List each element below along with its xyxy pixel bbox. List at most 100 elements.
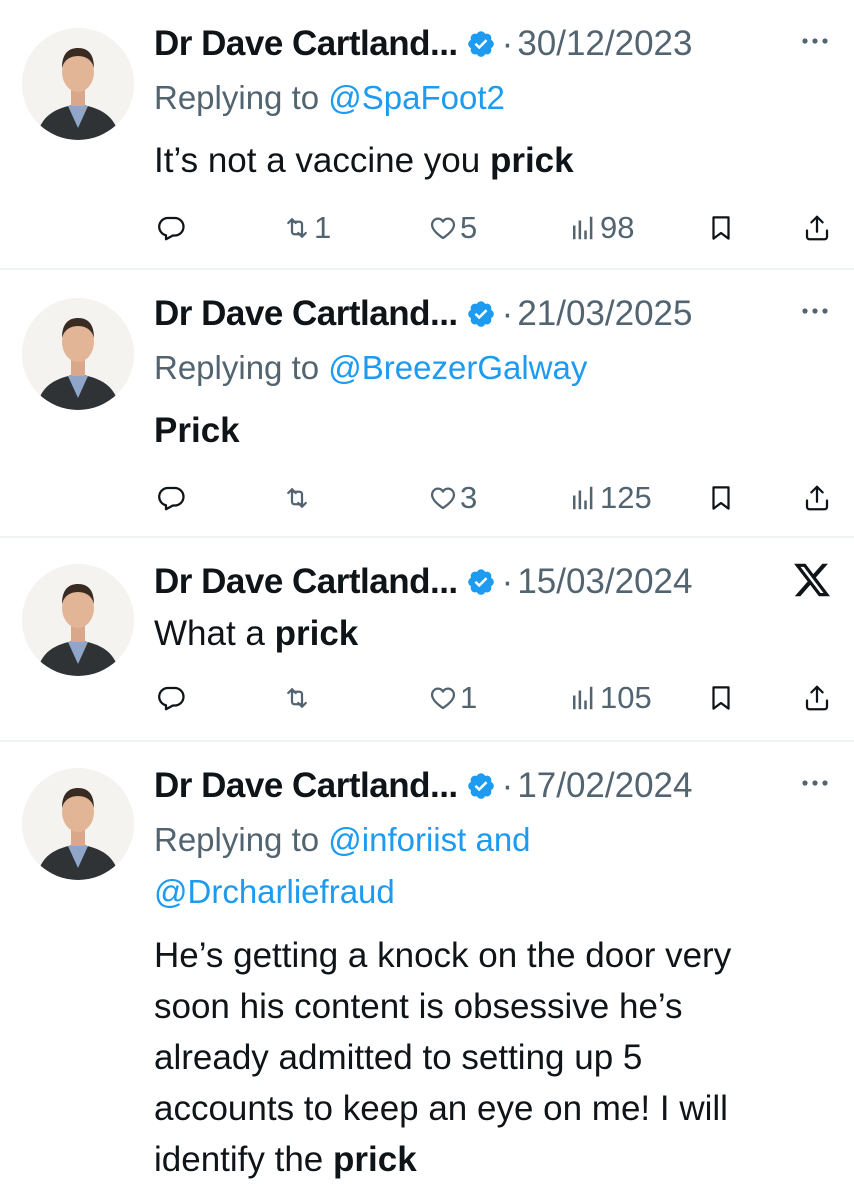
share-button[interactable]: [802, 676, 832, 720]
share-icon: [802, 683, 832, 713]
views-count: 125: [600, 480, 652, 515]
retweet-count: 1: [314, 210, 332, 245]
tweet-text: Prick: [154, 405, 814, 456]
replying-to: Replying to @SpaFoot2: [154, 72, 505, 124]
tweet-text-plain: identify the: [154, 1140, 333, 1179]
tweet-header: Dr Dave Cartland... · 15/03/2024: [154, 560, 832, 604]
author-name[interactable]: Dr Dave Cartland...: [154, 562, 458, 602]
retweet-button[interactable]: [282, 676, 314, 720]
share-button[interactable]: [802, 206, 832, 250]
tweet-text-line: identify the prick: [154, 1134, 814, 1185]
like-count: 1: [460, 680, 478, 715]
verified-badge-icon: [466, 29, 496, 59]
like-icon: [428, 683, 458, 713]
action-bar: 1 5 98: [154, 206, 834, 250]
like-button[interactable]: 3: [428, 476, 477, 520]
tweet[interactable]: Dr Dave Cartland... · 21/03/2025 Replyin…: [0, 270, 854, 536]
action-bar: 3 125: [154, 476, 834, 520]
views-button[interactable]: 98: [568, 206, 634, 250]
reply-icon: [156, 683, 186, 713]
reply-handle-link[interactable]: @SpaFoot2: [328, 79, 505, 116]
replying-to-continued: @Drcharliefraud: [154, 866, 395, 918]
tweet-text-line: He’s getting a knock on the door very: [154, 936, 732, 975]
profile-photo: [22, 768, 134, 880]
separator-dot: ·: [501, 766, 514, 805]
tweet-date[interactable]: 30/12/2023: [517, 24, 692, 64]
views-button[interactable]: 105: [568, 676, 652, 720]
bookmark-icon: [706, 213, 736, 243]
share-icon: [802, 483, 832, 513]
tweet-text-line: already admitted to setting up 5: [154, 1038, 643, 1077]
retweet-button[interactable]: 1: [282, 206, 331, 250]
tweet-text: It’s not a vaccine you prick: [154, 135, 814, 186]
reply-button[interactable]: [156, 476, 186, 520]
profile-photo: [22, 298, 134, 410]
like-count: 3: [460, 480, 478, 515]
bookmark-icon: [706, 683, 736, 713]
retweet-icon: [282, 213, 312, 243]
retweet-button[interactable]: [282, 476, 314, 520]
views-button[interactable]: 125: [568, 476, 652, 520]
retweet-icon: [282, 483, 312, 513]
views-icon: [568, 213, 598, 243]
author-name[interactable]: Dr Dave Cartland...: [154, 294, 458, 334]
replying-to: Replying to @inforiist and: [154, 814, 531, 866]
reply-button[interactable]: [156, 676, 186, 720]
avatar[interactable]: [22, 298, 134, 410]
share-icon: [802, 213, 832, 243]
reply-button[interactable]: [156, 206, 186, 250]
avatar[interactable]: [22, 564, 134, 676]
avatar[interactable]: [22, 28, 134, 140]
verified-badge-icon: [466, 771, 496, 801]
more-icon[interactable]: [798, 768, 832, 798]
bookmark-button[interactable]: [706, 476, 736, 520]
tweet[interactable]: Dr Dave Cartland... · 30/12/2023 Replyin…: [0, 0, 854, 268]
views-icon: [568, 483, 598, 513]
tweet-text: He’s getting a knock on the door very so…: [154, 930, 814, 1185]
tweet-text-bold: Prick: [154, 411, 240, 450]
like-button[interactable]: 5: [428, 206, 477, 250]
like-icon: [428, 483, 458, 513]
views-icon: [568, 683, 598, 713]
replying-label: Replying to: [154, 79, 329, 116]
author-name[interactable]: Dr Dave Cartland...: [154, 766, 458, 806]
tweet-date[interactable]: 17/02/2024: [517, 766, 692, 806]
reply-icon: [156, 483, 186, 513]
bookmark-icon: [706, 483, 736, 513]
reply-handle-link[interactable]: @BreezerGalway: [328, 349, 587, 386]
author-name[interactable]: Dr Dave Cartland...: [154, 24, 458, 64]
share-button[interactable]: [802, 476, 832, 520]
tweet-text-line: soon his content is obsessive he’s: [154, 987, 683, 1026]
bookmark-button[interactable]: [706, 206, 736, 250]
tweet-text-line: accounts to keep an eye on me! I will: [154, 1089, 728, 1128]
like-icon: [428, 213, 458, 243]
tweet-text: What a prick: [154, 608, 814, 659]
views-count: 98: [600, 210, 635, 245]
tweet-header: Dr Dave Cartland... · 21/03/2025: [154, 292, 832, 336]
like-count: 5: [460, 210, 478, 245]
x-logo-icon: [792, 560, 832, 600]
tweet-text-bold: prick: [274, 614, 359, 653]
tweet-text-bold: prick: [489, 141, 574, 180]
tweet-date[interactable]: 15/03/2024: [517, 562, 692, 602]
more-icon[interactable]: [798, 26, 832, 56]
tweet[interactable]: Dr Dave Cartland... · 17/02/2024 Replyin…: [0, 742, 854, 1199]
separator-dot: ·: [501, 24, 514, 63]
tweet[interactable]: Dr Dave Cartland... · 15/03/2024 What a …: [0, 538, 854, 740]
avatar[interactable]: [22, 768, 134, 880]
reply-icon: [156, 213, 186, 243]
action-bar: 1 105: [154, 676, 834, 720]
separator-dot: ·: [501, 294, 514, 333]
like-button[interactable]: 1: [428, 676, 477, 720]
reply-handle-link[interactable]: @Drcharliefraud: [154, 873, 395, 910]
verified-badge-icon: [466, 567, 496, 597]
verified-badge-icon: [466, 299, 496, 329]
tweet-text-plain: What a: [154, 614, 275, 653]
retweet-icon: [282, 683, 312, 713]
tweet-date[interactable]: 21/03/2025: [517, 294, 692, 334]
bookmark-button[interactable]: [706, 676, 736, 720]
views-count: 105: [600, 680, 652, 715]
tweet-text-plain: It’s not a vaccine you: [154, 141, 490, 180]
more-icon[interactable]: [798, 296, 832, 326]
reply-handle-link[interactable]: @inforiist and: [328, 821, 530, 858]
